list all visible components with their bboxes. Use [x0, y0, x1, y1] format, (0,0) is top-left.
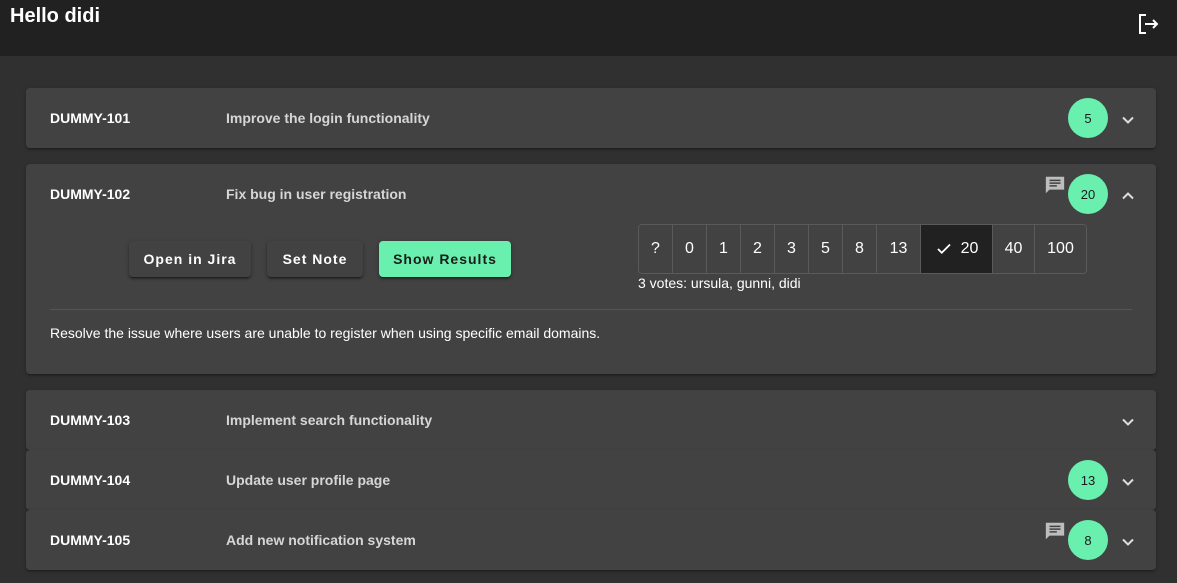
issue-title: Improve the login functionality — [226, 110, 430, 126]
comment-icon — [1045, 176, 1065, 194]
card-option[interactable]: 0 — [672, 225, 706, 273]
issue-description: Resolve the issue where users are unable… — [50, 325, 601, 341]
card-option-selected[interactable]: 20 — [920, 225, 992, 273]
top-toolbar: Hello didi — [0, 0, 1177, 56]
set-note-button[interactable]: Set Note — [267, 241, 363, 277]
card-option[interactable]: ? — [639, 225, 672, 273]
estimate-badge: 8 — [1068, 520, 1108, 560]
issue-key: DUMMY-102 — [50, 186, 131, 202]
chevron-up-icon[interactable] — [1118, 186, 1138, 206]
card-option[interactable]: 5 — [808, 225, 842, 273]
issue-title: Implement search functionality — [226, 412, 433, 428]
issue-panel-dummy-105: DUMMY-105 Add new notification system 8 — [26, 510, 1156, 570]
issue-header-dummy-102[interactable]: DUMMY-102 Fix bug in user registration 2… — [26, 164, 1156, 224]
logout-icon[interactable] — [1136, 12, 1160, 36]
estimate-card-selector: ? 0 1 2 3 5 8 13 20 40 100 — [638, 224, 1087, 274]
divider — [50, 309, 1132, 310]
check-icon — [936, 243, 951, 255]
card-option[interactable]: 2 — [740, 225, 774, 273]
chevron-down-icon[interactable] — [1118, 532, 1138, 552]
issue-panel-dummy-104: DUMMY-104 Update user profile page 13 — [26, 450, 1156, 510]
issue-title: Fix bug in user registration — [226, 186, 407, 202]
issue-header-dummy-101[interactable]: DUMMY-101 Improve the login functionalit… — [26, 88, 1156, 148]
comment-icon — [1045, 522, 1065, 540]
card-option[interactable]: 1 — [706, 225, 740, 273]
open-in-jira-button[interactable]: Open in Jira — [129, 241, 251, 277]
estimate-badge: 20 — [1068, 174, 1108, 214]
issue-title: Update user profile page — [226, 472, 391, 488]
show-results-button[interactable]: Show Results — [379, 241, 511, 277]
issue-key: DUMMY-101 — [50, 110, 131, 126]
issue-panel-dummy-103: DUMMY-103 Implement search functionality — [26, 390, 1156, 450]
chevron-down-icon[interactable] — [1118, 472, 1138, 492]
card-option[interactable]: 100 — [1034, 225, 1086, 273]
issue-panel-dummy-101: DUMMY-101 Improve the login functionalit… — [26, 88, 1156, 148]
chevron-down-icon[interactable] — [1118, 412, 1138, 432]
issue-panel-dummy-102: DUMMY-102 Fix bug in user registration 2… — [26, 164, 1156, 374]
card-option[interactable]: 3 — [774, 225, 808, 273]
chevron-down-icon[interactable] — [1118, 110, 1138, 130]
estimate-badge: 5 — [1068, 98, 1108, 138]
issue-key: DUMMY-103 — [50, 412, 131, 428]
issue-key: DUMMY-104 — [50, 472, 131, 488]
issue-header-dummy-105[interactable]: DUMMY-105 Add new notification system 8 — [26, 510, 1156, 570]
issue-title: Add new notification system — [226, 532, 416, 548]
vote-summary: 3 votes: ursula, gunni, didi — [638, 275, 801, 291]
card-option[interactable]: 40 — [992, 225, 1034, 273]
issue-header-dummy-103[interactable]: DUMMY-103 Implement search functionality — [26, 390, 1156, 450]
card-option[interactable]: 13 — [876, 225, 920, 273]
card-option[interactable]: 8 — [842, 225, 876, 273]
issue-key: DUMMY-105 — [50, 532, 131, 548]
greeting-title: Hello didi — [10, 5, 100, 27]
estimate-badge: 13 — [1068, 460, 1108, 500]
issue-header-dummy-104[interactable]: DUMMY-104 Update user profile page 13 — [26, 450, 1156, 510]
